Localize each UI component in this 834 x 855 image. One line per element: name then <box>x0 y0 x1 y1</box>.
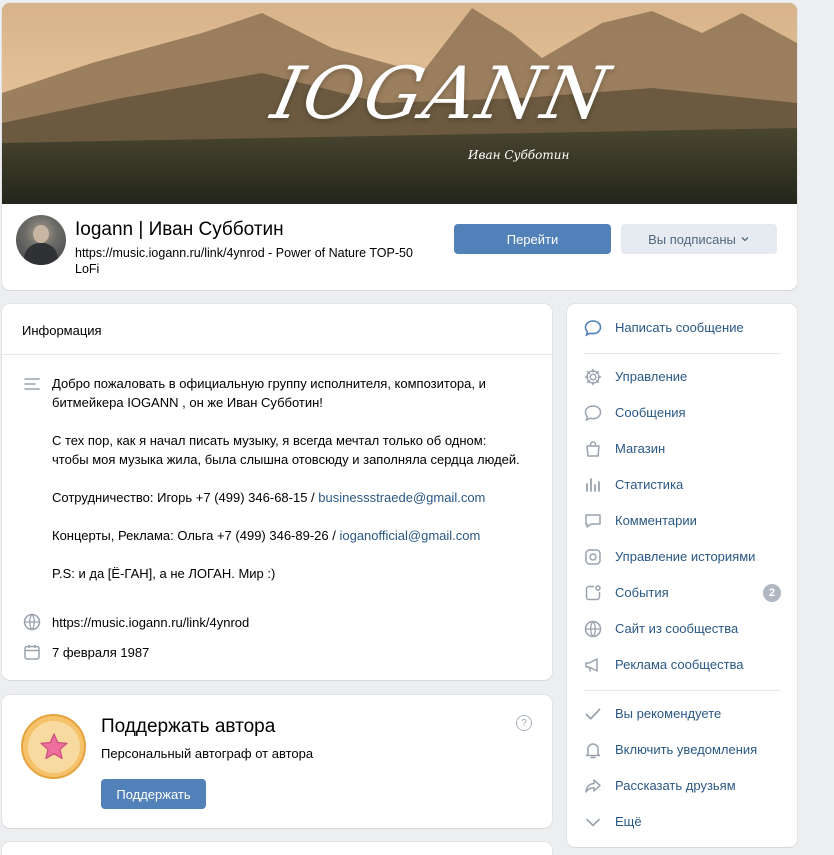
stories-icon <box>585 549 601 565</box>
menu-manage[interactable]: Управление <box>567 359 797 395</box>
menu-events[interactable]: События 2 <box>567 575 797 611</box>
menu-share[interactable]: Рассказать друзьям <box>567 768 797 804</box>
checkmark-icon <box>585 708 601 720</box>
help-icon[interactable]: ? <box>516 715 532 731</box>
founded-date: 7 февраля 1987 <box>52 645 150 660</box>
menu-label: Комментарии <box>615 513 697 528</box>
description-p2: С тех пор, как я начал писать музыку, я … <box>52 433 520 467</box>
menu-label: Сообщения <box>615 405 686 420</box>
support-button-label: Поддержать <box>116 786 191 802</box>
chevron-down-icon <box>741 237 749 242</box>
info-card: Информация Добро пожаловать в официальну… <box>2 304 552 680</box>
menu-label: Включить уведомления <box>615 742 758 757</box>
go-button-label: Перейти <box>506 231 559 247</box>
description-text: Добро пожаловать в официальную группу ис… <box>52 374 522 602</box>
group-avatar[interactable] <box>16 215 66 265</box>
actions-menu: Написать сообщение Управление Сообщения … <box>567 304 797 847</box>
menu-shop[interactable]: Магазин <box>567 431 797 467</box>
donut-badge <box>21 714 86 779</box>
menu-comments[interactable]: Комментарии <box>567 503 797 539</box>
cover-image: IOGANN Иван Субботин <box>2 3 797 204</box>
description-icon <box>24 378 40 390</box>
menu-label: Вы рекомендуете <box>615 706 722 721</box>
events-count-badge: 2 <box>763 584 781 602</box>
support-title: Поддержать автора <box>101 716 276 737</box>
globe-icon <box>23 613 41 631</box>
menu-label: Ещё <box>615 814 642 829</box>
menu-messages[interactable]: Сообщения <box>567 395 797 431</box>
cover-subtitle: Иван Субботин <box>468 148 570 162</box>
menu-write-message[interactable]: Написать сообщение <box>567 310 797 346</box>
group-header-card: IOGANN Иван Субботин Iogann | Иван Суббо… <box>2 3 797 290</box>
calendar-icon <box>24 645 40 660</box>
menu-site[interactable]: Сайт из сообщества <box>567 611 797 647</box>
menu-label: События <box>615 585 669 600</box>
menu-label: Написать сообщение <box>615 320 744 335</box>
menu-label: Управление историями <box>615 549 756 564</box>
group-name: Iogann | Иван Субботин <box>75 219 284 240</box>
divider <box>583 690 781 691</box>
subscribed-button[interactable]: Вы подписаны <box>621 224 777 254</box>
menu-label: Сайт из сообщества <box>615 621 739 636</box>
gear-icon <box>584 368 602 386</box>
menu-stories[interactable]: Управление историями <box>567 539 797 575</box>
info-title: Информация <box>22 323 102 338</box>
description-p4: Концерты, Реклама: Ольга +7 (499) 346-89… <box>52 526 522 545</box>
website-link[interactable]: https://music.iogann.ru/link/4ynrod <box>52 615 249 630</box>
cover-title: IOGANN <box>265 51 618 135</box>
menu-notifications[interactable]: Включить уведомления <box>567 732 797 768</box>
menu-more[interactable]: Ещё <box>567 804 797 840</box>
description-p1: Добро пожаловать в официальную группу ис… <box>52 376 486 410</box>
share-arrow-icon <box>585 779 601 793</box>
bell-icon <box>585 743 601 759</box>
menu-label: Управление <box>615 369 688 384</box>
divider <box>583 353 781 354</box>
menu-label: Реклама сообщества <box>615 657 744 672</box>
chevron-down-icon <box>586 818 600 827</box>
business-email-link[interactable]: businessstraede@gmail.com <box>318 490 485 505</box>
concerts-label: Концерты, Реклама: Ольга +7 (499) 346-89… <box>52 528 340 543</box>
comment-icon <box>585 514 601 528</box>
menu-stats[interactable]: Статистика <box>567 467 797 503</box>
message-bubble-icon <box>584 320 602 337</box>
menu-label: Магазин <box>615 441 666 456</box>
next-card <box>2 842 552 855</box>
support-card: Поддержать автора Персональный автограф … <box>2 695 552 828</box>
group-status: https://music.iogann.ru/link/4ynrod - Po… <box>75 246 413 276</box>
support-subtitle: Персональный автограф от автора <box>101 746 314 761</box>
cooperation-label: Сотрудничество: Игорь +7 (499) 346-68-15… <box>52 490 319 505</box>
support-button[interactable]: Поддержать <box>101 779 206 809</box>
subscribed-button-label: Вы подписаны <box>648 231 736 247</box>
megaphone-icon <box>585 658 598 672</box>
official-email-link[interactable]: ioganofficial@gmail.com <box>339 528 480 543</box>
description-p3: Сотрудничество: Игорь +7 (499) 346-68-15… <box>52 488 522 507</box>
chat-icon <box>584 405 602 422</box>
menu-recommend[interactable]: Вы рекомендуете <box>567 696 797 732</box>
description-p5: P.S: и да [Ё-ГАН], а не ЛОГАН. Мир :) <box>52 566 276 581</box>
bar-chart-icon <box>586 478 600 492</box>
globe-icon <box>584 620 602 638</box>
divider <box>2 354 552 355</box>
go-button[interactable]: Перейти <box>454 224 611 254</box>
menu-label: Рассказать друзьям <box>615 778 736 793</box>
menu-label: Статистика <box>615 477 684 492</box>
menu-ads[interactable]: Реклама сообщества <box>567 647 797 683</box>
star-icon <box>39 732 68 759</box>
shopping-bag-icon <box>586 441 600 457</box>
events-icon <box>585 585 601 601</box>
